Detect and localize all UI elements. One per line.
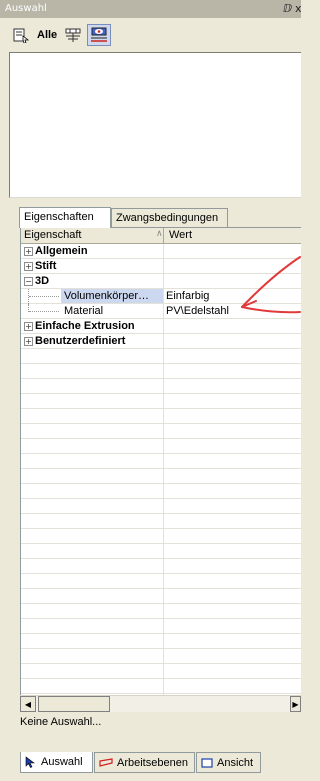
column-header-wert[interactable]: Wert bbox=[169, 229, 192, 241]
category-label: Benutzerdefiniert bbox=[35, 335, 126, 347]
grid-row-line bbox=[21, 528, 301, 529]
status-text: Keine Auswahl... bbox=[20, 716, 102, 728]
tab-auswahl[interactable]: Auswahl bbox=[20, 752, 93, 773]
grid-row-line bbox=[21, 648, 301, 649]
tab-ansicht[interactable]: Ansicht bbox=[196, 752, 261, 773]
grid-row-line bbox=[21, 378, 301, 379]
column-divider bbox=[163, 259, 164, 273]
tab-arbeitsebenen[interactable]: Arbeitsebenen bbox=[94, 752, 195, 773]
filter-button[interactable] bbox=[62, 25, 84, 45]
grid-row-line bbox=[21, 513, 301, 514]
panel-title: Auswahl bbox=[5, 3, 47, 14]
collapse-icon[interactable]: − bbox=[24, 277, 33, 286]
cursor-icon bbox=[25, 756, 37, 768]
category-label: Allgemein bbox=[35, 245, 88, 257]
column-divider bbox=[163, 274, 164, 288]
visibility-icon bbox=[91, 27, 107, 42]
annotation-arrow-icon bbox=[241, 256, 301, 314]
selection-list[interactable] bbox=[9, 52, 301, 198]
grid-row-line bbox=[21, 453, 301, 454]
grid-row-line bbox=[21, 438, 301, 439]
property-value[interactable]: Einfarbig bbox=[166, 290, 209, 302]
visibility-button[interactable] bbox=[87, 24, 111, 46]
category-label: 3D bbox=[35, 275, 50, 287]
grid-row-line bbox=[21, 408, 301, 409]
scroll-left-button[interactable]: ◀ bbox=[20, 696, 36, 712]
grid-row-line bbox=[21, 483, 301, 484]
filter-icon bbox=[65, 28, 81, 42]
close-icon[interactable]: x bbox=[295, 2, 302, 15]
column-header-eigenschaft[interactable]: Eigenschaft bbox=[24, 229, 81, 241]
panel-titlebar: Auswahl ⅅ x bbox=[0, 0, 302, 18]
grid-row-line bbox=[21, 663, 301, 664]
column-divider bbox=[163, 319, 164, 333]
tree-line bbox=[29, 296, 59, 298]
workplane-icon bbox=[99, 757, 113, 769]
grid-row-line bbox=[21, 618, 301, 619]
scroll-right-button[interactable]: ▶ bbox=[290, 696, 301, 712]
property-value[interactable]: PV\Edelstahl bbox=[166, 305, 229, 317]
grid-header: Eigenschaft ∧ Wert bbox=[21, 228, 301, 244]
grid-row-line bbox=[21, 363, 301, 364]
sort-icon: ∧ bbox=[156, 228, 163, 238]
column-divider bbox=[163, 244, 164, 258]
column-divider bbox=[163, 334, 164, 348]
grid-row-benutzerdefiniert[interactable]: + Benutzerdefiniert bbox=[21, 334, 301, 349]
expand-icon[interactable]: + bbox=[24, 337, 33, 346]
category-label: Einfache Extrusion bbox=[35, 320, 135, 332]
grid-row-line bbox=[21, 633, 301, 634]
tab-eigenschaften[interactable]: Eigenschaften bbox=[19, 207, 111, 228]
property-label: Material bbox=[64, 305, 104, 317]
expand-icon[interactable]: + bbox=[24, 262, 33, 271]
tab-label: Ansicht bbox=[217, 756, 254, 769]
grid-row-line bbox=[21, 423, 301, 424]
column-divider bbox=[163, 304, 164, 318]
tab-zwangsbedingungen[interactable]: Zwangsbedingungen bbox=[111, 208, 228, 227]
expand-icon[interactable]: + bbox=[24, 322, 33, 331]
grid-row-line bbox=[21, 678, 301, 679]
scroll-thumb[interactable] bbox=[38, 696, 110, 712]
grid-row-line bbox=[21, 573, 301, 574]
horizontal-scrollbar[interactable]: ◀ ▶ bbox=[20, 695, 301, 712]
column-divider bbox=[163, 349, 164, 695]
tab-label: Arbeitsebenen bbox=[117, 756, 188, 769]
grid-row-line bbox=[21, 558, 301, 559]
tab-label: Auswahl bbox=[41, 756, 83, 768]
select-all-button[interactable]: Alle bbox=[34, 25, 60, 45]
scroll-left-icon: ◀ bbox=[24, 699, 32, 709]
expand-icon[interactable]: + bbox=[24, 247, 33, 256]
properties-icon bbox=[13, 28, 29, 43]
column-resize-handle[interactable] bbox=[163, 228, 164, 243]
category-label: Stift bbox=[35, 260, 57, 272]
grid-row-line bbox=[21, 693, 301, 694]
grid-row-line bbox=[21, 588, 301, 589]
column-divider bbox=[163, 289, 164, 303]
grid-row-line bbox=[21, 543, 301, 544]
empty-grid-area bbox=[21, 349, 301, 695]
grid-row-line bbox=[21, 498, 301, 499]
view-icon bbox=[201, 757, 213, 769]
scroll-right-icon: ▶ bbox=[292, 699, 299, 709]
grid-row-line bbox=[21, 393, 301, 394]
grid-row-line bbox=[21, 603, 301, 604]
property-label: Volumenkörper… bbox=[64, 290, 149, 302]
grid-row-line bbox=[21, 468, 301, 469]
properties-button[interactable] bbox=[10, 25, 32, 45]
pin-icon[interactable]: ⅅ bbox=[283, 2, 292, 15]
tree-line bbox=[29, 311, 59, 313]
